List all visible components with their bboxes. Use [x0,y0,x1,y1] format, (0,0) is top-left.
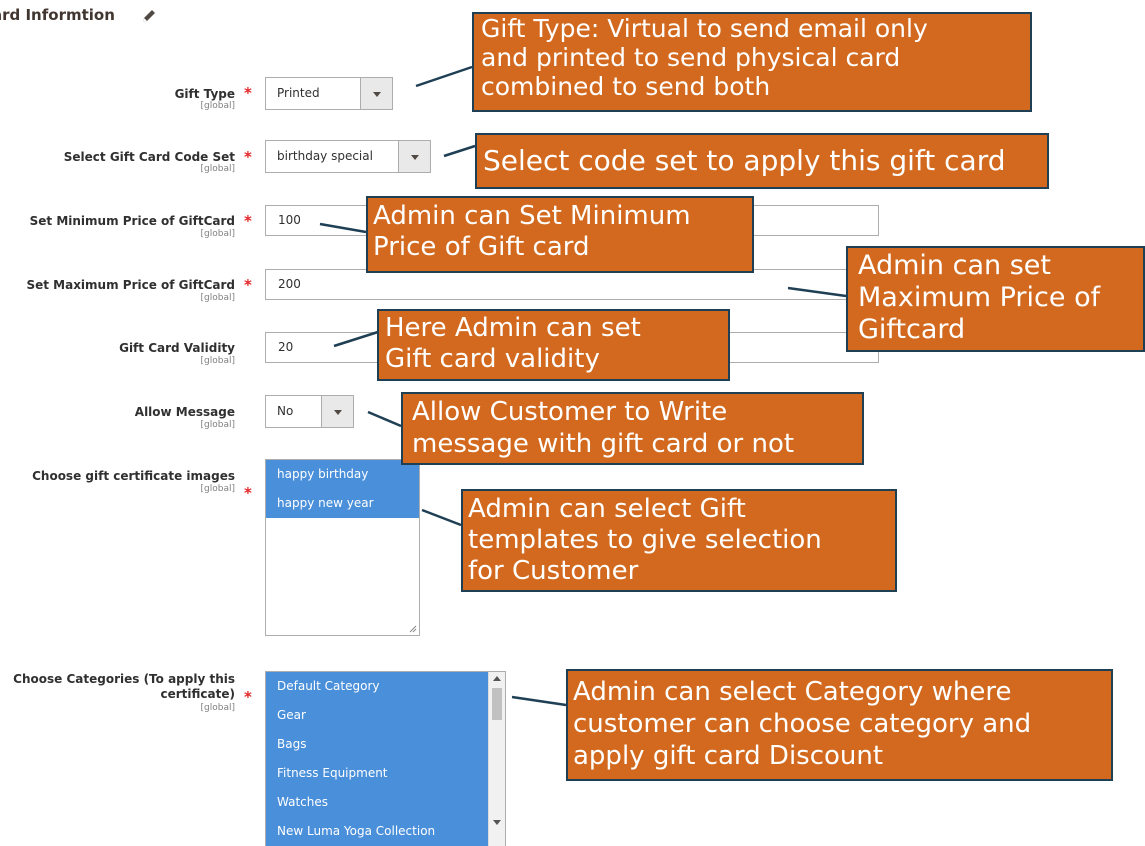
required-marker: * [244,276,252,294]
allow-message-scope: [global] [200,420,235,430]
gift-type-label: Gift Type [174,87,235,101]
annotation-line: combined to send both [481,72,771,101]
annotation-line: Gift card validity [385,344,600,374]
annotation-line: Admin can Set Minimum [373,201,691,231]
required-marker: * [244,84,252,102]
annotation-line: templates to give selection [468,525,822,555]
validity-scope: [global] [200,356,235,366]
image-option[interactable]: happy birthday [266,460,419,489]
category-option[interactable]: Gear [266,701,489,730]
allow-message-label: Allow Message [134,405,235,419]
code-set-select[interactable]: birthday special [265,140,431,173]
code-set-label: Select Gift Card Code Set [63,150,235,164]
categories-scope: [global] [200,703,235,713]
gift-type-select[interactable]: Printed [265,77,393,110]
categories-multiselect[interactable]: Default Category Gear Bags Fitness Equip… [265,671,506,846]
annotation-line: and printed to send physical card [481,43,901,72]
annotation-line: Here Admin can set [385,313,641,343]
images-label: Choose gift certificate images [32,469,235,483]
gift-type-scope: [global] [200,101,235,111]
categories-label-line2: certificate) [160,687,235,701]
annotation-code-set: Select code set to apply this gift card [475,133,1049,189]
min-price-label: Set Minimum Price of GiftCard [29,214,235,228]
arrow-allow-message [367,410,412,435]
annotation-line: Maximum Price of [858,282,1101,313]
validity-label: Gift Card Validity [119,341,235,355]
scrollbar[interactable] [488,672,505,846]
category-option[interactable]: Bags [266,730,489,759]
section-title: ard Informtion [0,6,115,24]
scroll-up-icon[interactable] [493,676,501,681]
chevron-down-icon[interactable] [360,78,392,109]
max-price-label: Set Maximum Price of GiftCard [26,278,235,292]
category-option[interactable]: Watches [266,788,489,817]
chevron-down-icon[interactable] [398,141,430,172]
chevron-down-icon[interactable] [321,396,353,427]
resize-handle-icon[interactable] [409,625,417,633]
annotation-validity: Here Admin can set Gift card validity [377,309,730,381]
images-multiselect[interactable]: happy birthday happy new year [265,459,420,636]
required-marker: * [244,484,252,502]
scroll-down-icon[interactable] [493,820,501,825]
annotation-max-price: Admin can set Maximum Price of Giftcard [846,246,1145,352]
annotation-min-price: Admin can Set Minimum Price of Gift card [366,196,754,273]
max-price-input[interactable]: 200 [265,269,879,300]
annotation-line: Price of Gift card [373,232,590,262]
required-marker: * [244,148,252,166]
annotation-gift-type: Gift Type: Virtual to send email only an… [472,12,1032,112]
scrollbar-thumb[interactable] [492,688,502,720]
annotation-line: message with gift card or not [412,429,795,459]
annotation-line: Giftcard [858,314,966,345]
arrow-gift-type [415,59,483,88]
annotation-line: Admin can set [858,250,1051,281]
images-scope: [global] [200,484,235,494]
category-option[interactable]: Fitness Equipment [266,759,489,788]
max-price-scope: [global] [200,293,235,303]
arrow-images [421,508,472,533]
category-option[interactable]: New Luma Yoga Collection [266,817,489,846]
allow-message-select[interactable]: No [265,395,354,428]
category-option[interactable]: Default Category [266,672,489,701]
code-set-value: birthday special [277,149,373,163]
annotation-line: Allow Customer to Write [412,397,728,427]
required-marker: * [244,688,252,706]
annotation-line: Admin can select Gift [468,494,746,524]
pencil-icon[interactable] [140,7,158,25]
categories-label-line1: Choose Categories (To apply this [13,672,235,686]
annotation-categories: Admin can select Category where customer… [566,669,1113,781]
annotation-line: Select code set to apply this gift card [483,144,1006,177]
annotation-line: apply gift card Discount [573,741,884,771]
arrow-categories [511,695,576,712]
annotation-line: customer can choose category and [573,709,1032,739]
annotation-line: Gift Type: Virtual to send email only [481,14,928,43]
required-marker: * [244,212,252,230]
arrow-code-set [443,138,486,158]
code-set-scope: [global] [200,164,235,174]
annotation-line: Admin can select Category where [573,677,1012,707]
annotation-allow-message: Allow Customer to Write message with gif… [401,392,864,465]
annotation-images: Admin can select Gift templates to give … [461,489,897,592]
image-option[interactable]: happy new year [266,489,419,518]
gift-type-value: Printed [277,86,320,100]
min-price-scope: [global] [200,229,235,239]
annotation-line: for Customer [468,556,639,586]
allow-message-value: No [277,404,294,418]
